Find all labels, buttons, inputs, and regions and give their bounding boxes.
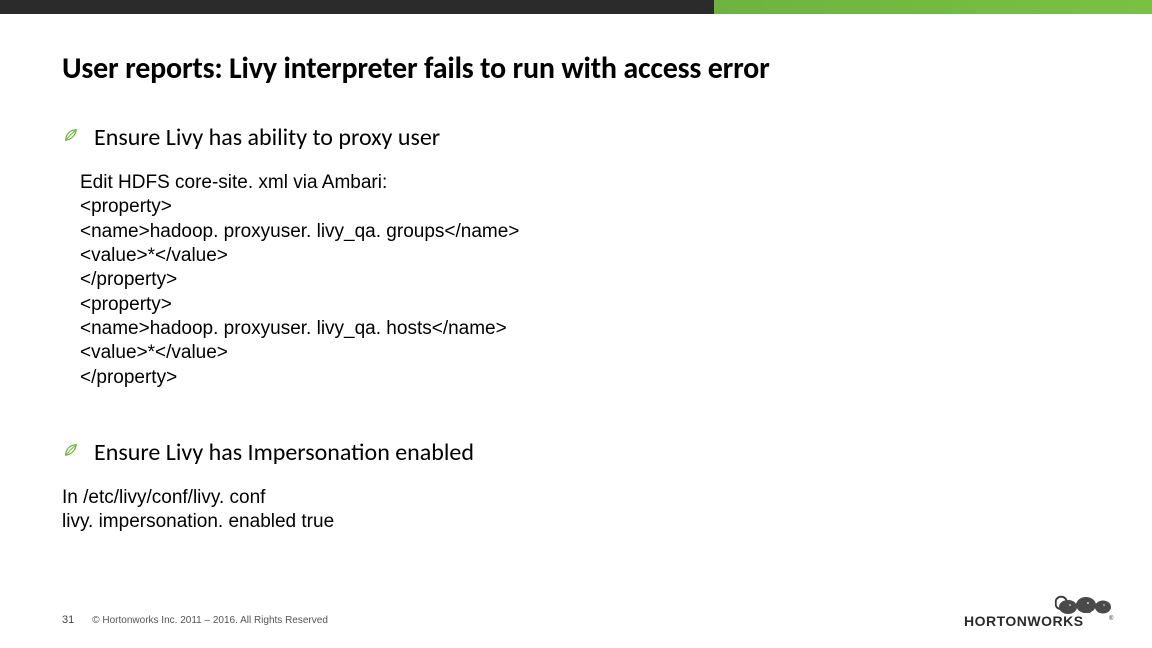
slide: User reports: Livy interpreter fails to … — [0, 0, 1152, 648]
code-line: <value>*</value> — [80, 341, 1090, 365]
top-accent-bar — [0, 0, 1152, 14]
bullet-text-2: Ensure Livy has Impersonation enabled — [94, 438, 474, 468]
code-block-2: In /etc/livy/conf/livy. conf livy. imper… — [62, 486, 1090, 535]
svg-text:®: ® — [1109, 615, 1114, 622]
leaf-bullet-icon — [64, 128, 80, 147]
code-block-1: Edit HDFS core-site. xml via Ambari: <pr… — [80, 171, 1090, 390]
code-line: <name>hadoop. proxyuser. livy_qa. groups… — [80, 220, 1090, 244]
page-number: 31 — [62, 614, 74, 626]
footer: 31 © Hortonworks Inc. 2011 – 2016. All R… — [62, 614, 328, 626]
slide-content: User reports: Livy interpreter fails to … — [62, 50, 1090, 534]
code-line: <property> — [80, 195, 1090, 219]
code-line: Edit HDFS core-site. xml via Ambari: — [80, 171, 1090, 195]
copyright-text: © Hortonworks Inc. 2011 – 2016. All Righ… — [92, 615, 328, 626]
code-line: <name>hadoop. proxyuser. livy_qa. hosts<… — [80, 317, 1090, 341]
bullet-item-1: Ensure Livy has ability to proxy user — [64, 123, 1090, 153]
code-line: <property> — [80, 293, 1090, 317]
code-line: In /etc/livy/conf/livy. conf — [62, 486, 1090, 510]
code-line: <value>*</value> — [80, 244, 1090, 268]
code-line: </property> — [80, 268, 1090, 292]
bullet-item-2: Ensure Livy has Impersonation enabled — [64, 438, 1090, 468]
hortonworks-logo: HORTONWORKS ® — [964, 594, 1114, 630]
bullet-text-1: Ensure Livy has ability to proxy user — [94, 123, 440, 153]
slide-title: User reports: Livy interpreter fails to … — [62, 50, 1090, 87]
code-line: </property> — [80, 366, 1090, 390]
leaf-bullet-icon — [64, 443, 80, 462]
code-line: livy. impersonation. enabled true — [62, 510, 1090, 534]
svg-text:HORTONWORKS: HORTONWORKS — [964, 613, 1084, 629]
